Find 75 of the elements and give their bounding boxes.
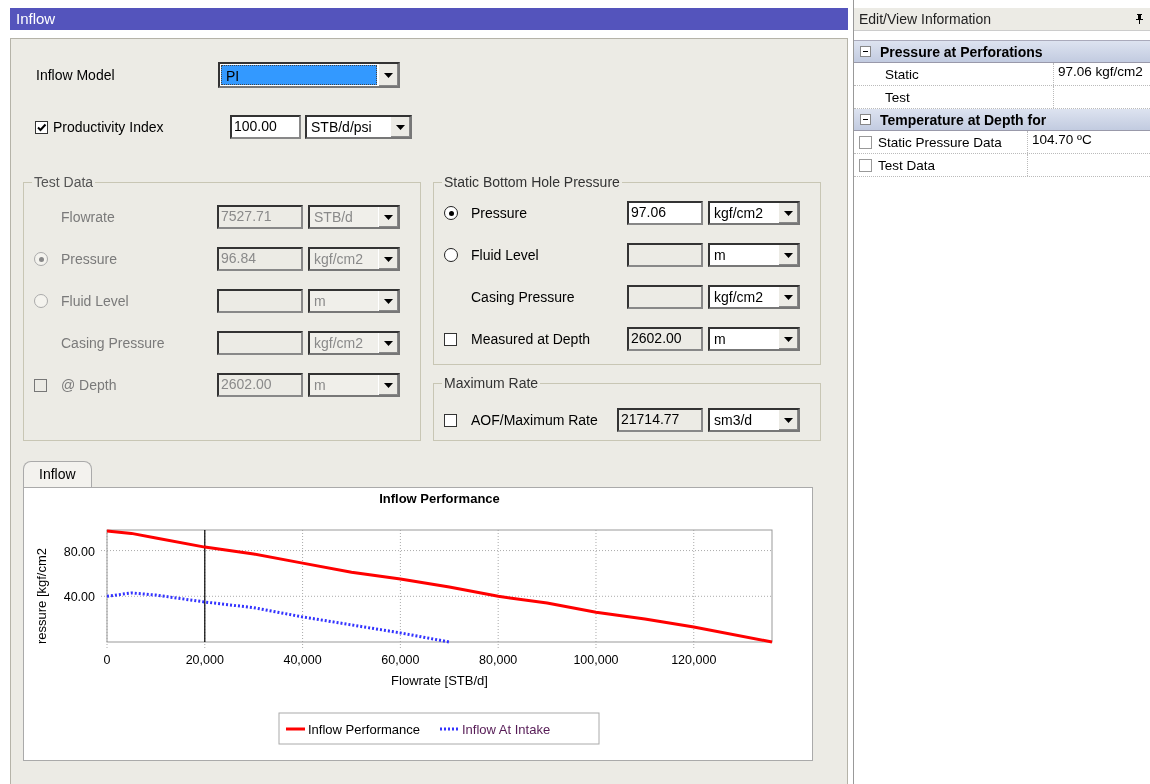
group-title: Test Data xyxy=(33,174,95,190)
axis-tick-label: 120,000 xyxy=(671,653,717,667)
dropdown-arrow-icon xyxy=(384,298,393,304)
category-title: Temperature at Depth for xyxy=(880,111,1047,128)
category-title: Pressure at Perforations xyxy=(880,43,1043,60)
dropdown-arrow-icon xyxy=(784,417,793,423)
dropdown-arrow-icon xyxy=(396,124,405,130)
unit-dropdown[interactable]: m xyxy=(708,243,800,267)
chart-tab[interactable]: Inflow xyxy=(23,461,92,487)
checkbox-label: Productivity Index xyxy=(53,119,164,135)
minus-icon[interactable] xyxy=(860,114,871,125)
axis-title: Flowrate [STB/d] xyxy=(391,673,488,688)
checkbox[interactable] xyxy=(444,332,457,346)
axis-tick-label: 80,000 xyxy=(479,653,518,667)
dropdown-arrow-icon xyxy=(384,214,393,220)
property-value: 97.06 kgf/cm2 xyxy=(1058,64,1143,79)
field-label: Casing Pressure xyxy=(471,289,576,305)
input-field[interactable]: 97.06 xyxy=(627,201,703,225)
panel-title: Inflow xyxy=(16,10,56,27)
property-value: 104.70 ºC xyxy=(1032,132,1092,147)
dropdown-arrow-icon xyxy=(384,382,393,388)
dropdown-arrow-icon xyxy=(784,336,793,342)
chart-title: Inflow Performance xyxy=(379,491,500,506)
pin-icon[interactable] xyxy=(1136,14,1143,24)
property-name: Test Data xyxy=(878,157,936,173)
property-name: Test xyxy=(885,89,910,105)
field-label: Fluid Level xyxy=(61,293,130,309)
minus-icon[interactable] xyxy=(860,46,871,57)
axis-tick-label: 20,000 xyxy=(185,653,224,667)
checkbox[interactable] xyxy=(859,135,872,149)
group-title: Maximum Rate xyxy=(443,375,540,391)
field-label: Fluid Level xyxy=(471,247,540,263)
dropdown-arrow-icon xyxy=(384,340,393,346)
property-name: Static Pressure Data xyxy=(878,134,1002,150)
dropdown-arrow-icon xyxy=(784,210,793,216)
legend-label: Inflow At Intake xyxy=(462,722,551,737)
category-header[interactable]: Temperature at Depth for xyxy=(854,109,1150,131)
unit-dropdown[interactable]: kgf/cm2 xyxy=(708,285,800,309)
legend-label: Inflow Performance xyxy=(308,722,420,737)
group-title: Static Bottom Hole Pressure xyxy=(443,174,621,190)
unit-dropdown[interactable]: kgf/cm2 xyxy=(708,201,800,225)
field-label: @ Depth xyxy=(61,377,118,393)
axis-tick-label: 60,000 xyxy=(381,653,420,667)
unit-dropdown[interactable]: STB/d/psi xyxy=(305,115,412,139)
checkbox[interactable] xyxy=(444,413,457,427)
dropdown-arrow-icon xyxy=(784,252,793,258)
field-label: Flowrate xyxy=(61,209,116,225)
legend-line-icon xyxy=(440,727,459,731)
field-label: Pressure xyxy=(471,205,529,221)
radio-button[interactable] xyxy=(444,248,458,262)
legend-line-icon xyxy=(286,727,305,731)
checkbox[interactable] xyxy=(859,158,872,172)
field-label: Pressure xyxy=(61,251,119,267)
field-label: Casing Pressure xyxy=(61,335,166,351)
axis-title: ressure [kgf/cm2 xyxy=(34,547,49,645)
axis-tick-label: 100,000 xyxy=(573,653,619,667)
unit-dropdown[interactable]: sm3/d xyxy=(708,408,800,432)
axis-tick-label: 40,000 xyxy=(283,653,322,667)
dropdown-arrow-icon xyxy=(384,256,393,262)
axis-tick-label: 40.00 xyxy=(63,590,95,605)
radio-button[interactable] xyxy=(444,206,458,220)
property-name: Static xyxy=(885,66,919,82)
axis-tick-label: 0 xyxy=(103,653,111,667)
field-label: Measured at Depth xyxy=(471,331,592,347)
field-label: AOF/Maximum Rate xyxy=(471,412,599,428)
dropdown-arrow-icon xyxy=(384,72,393,78)
model-dropdown[interactable]: PI xyxy=(218,62,400,88)
field-label: Inflow Model xyxy=(35,67,116,83)
category-header[interactable]: Pressure at Perforations xyxy=(854,41,1150,63)
axis-tick-label: 80.00 xyxy=(63,544,95,559)
checkbox[interactable] xyxy=(35,120,48,134)
dropdown-arrow-icon xyxy=(784,294,793,300)
unit-dropdown[interactable]: m xyxy=(708,327,800,351)
input-field[interactable]: 100.00 xyxy=(230,115,301,139)
panel-title: Edit/View Information xyxy=(859,11,992,27)
